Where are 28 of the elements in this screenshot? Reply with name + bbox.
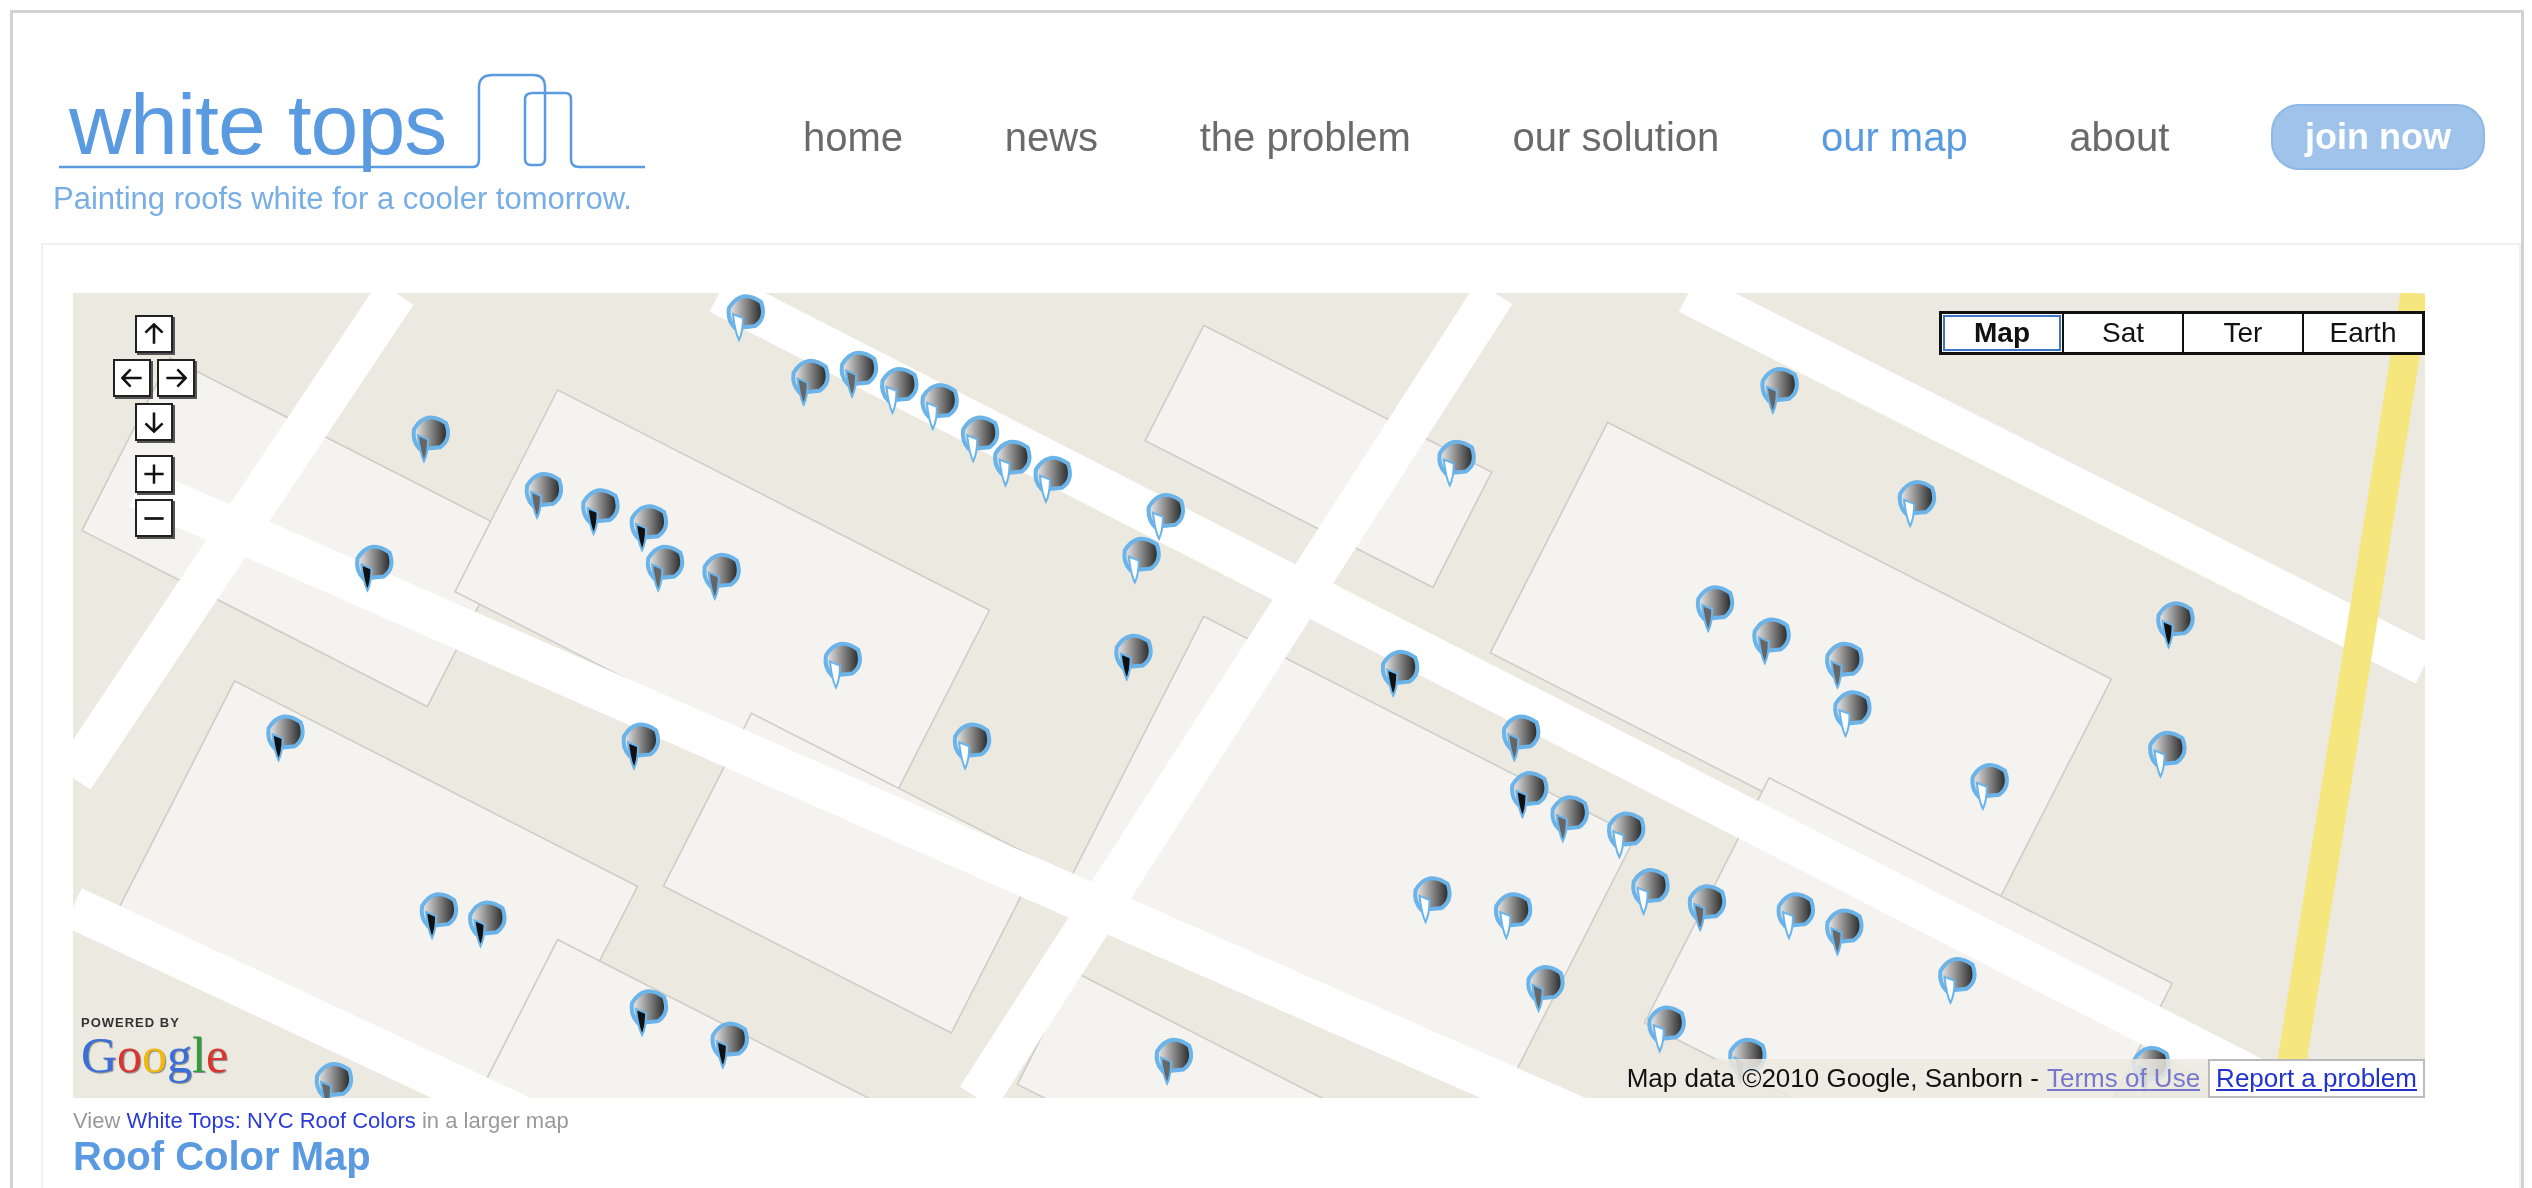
terms-link[interactable]: Terms of Use — [2046, 1063, 2201, 1094]
minus-icon — [143, 516, 165, 520]
pan-right-button[interactable] — [157, 359, 195, 397]
left-arrow-icon — [121, 368, 143, 388]
nav-link[interactable]: our map — [1820, 114, 1968, 160]
page-heading: Roof Color Map — [73, 1134, 372, 1179]
pan-up-button[interactable] — [135, 315, 173, 353]
pan-down-button[interactable] — [135, 403, 173, 441]
zoom-out-button[interactable] — [135, 499, 173, 537]
logo-wordmark[interactable]: white tops — [53, 81, 447, 177]
nav-link[interactable]: home — [803, 114, 904, 160]
powered-by-label: POWERED BY — [81, 1015, 181, 1030]
map-attribution: Map data ©2010 Google, Sanborn - — [1626, 1063, 2039, 1094]
right-arrow-icon — [165, 368, 187, 388]
zoom-in-button[interactable] — [135, 455, 173, 493]
nav-link[interactable]: our solution — [1512, 114, 1720, 160]
up-arrow-icon — [144, 323, 164, 345]
map-type-tab[interactable]: Map — [1942, 314, 2062, 352]
nav-link[interactable]: news — [1004, 114, 1099, 160]
nav-link[interactable]: about — [2069, 114, 2170, 160]
report-problem-link[interactable]: Report a problem — [2208, 1059, 2425, 1098]
tagline: Painting roofs white for a cooler tomorrow. — [53, 181, 633, 217]
nav-link[interactable]: the problem — [1199, 114, 1411, 160]
map-link[interactable]: White Tops: NYC Roof Colors — [126, 1108, 416, 1133]
down-arrow-icon — [144, 411, 164, 433]
view-larger-map-text: View White Tops: NYC Roof Colors in a larger map — [73, 1108, 570, 1134]
plus-icon — [143, 463, 165, 485]
pan-left-button[interactable] — [113, 359, 151, 397]
